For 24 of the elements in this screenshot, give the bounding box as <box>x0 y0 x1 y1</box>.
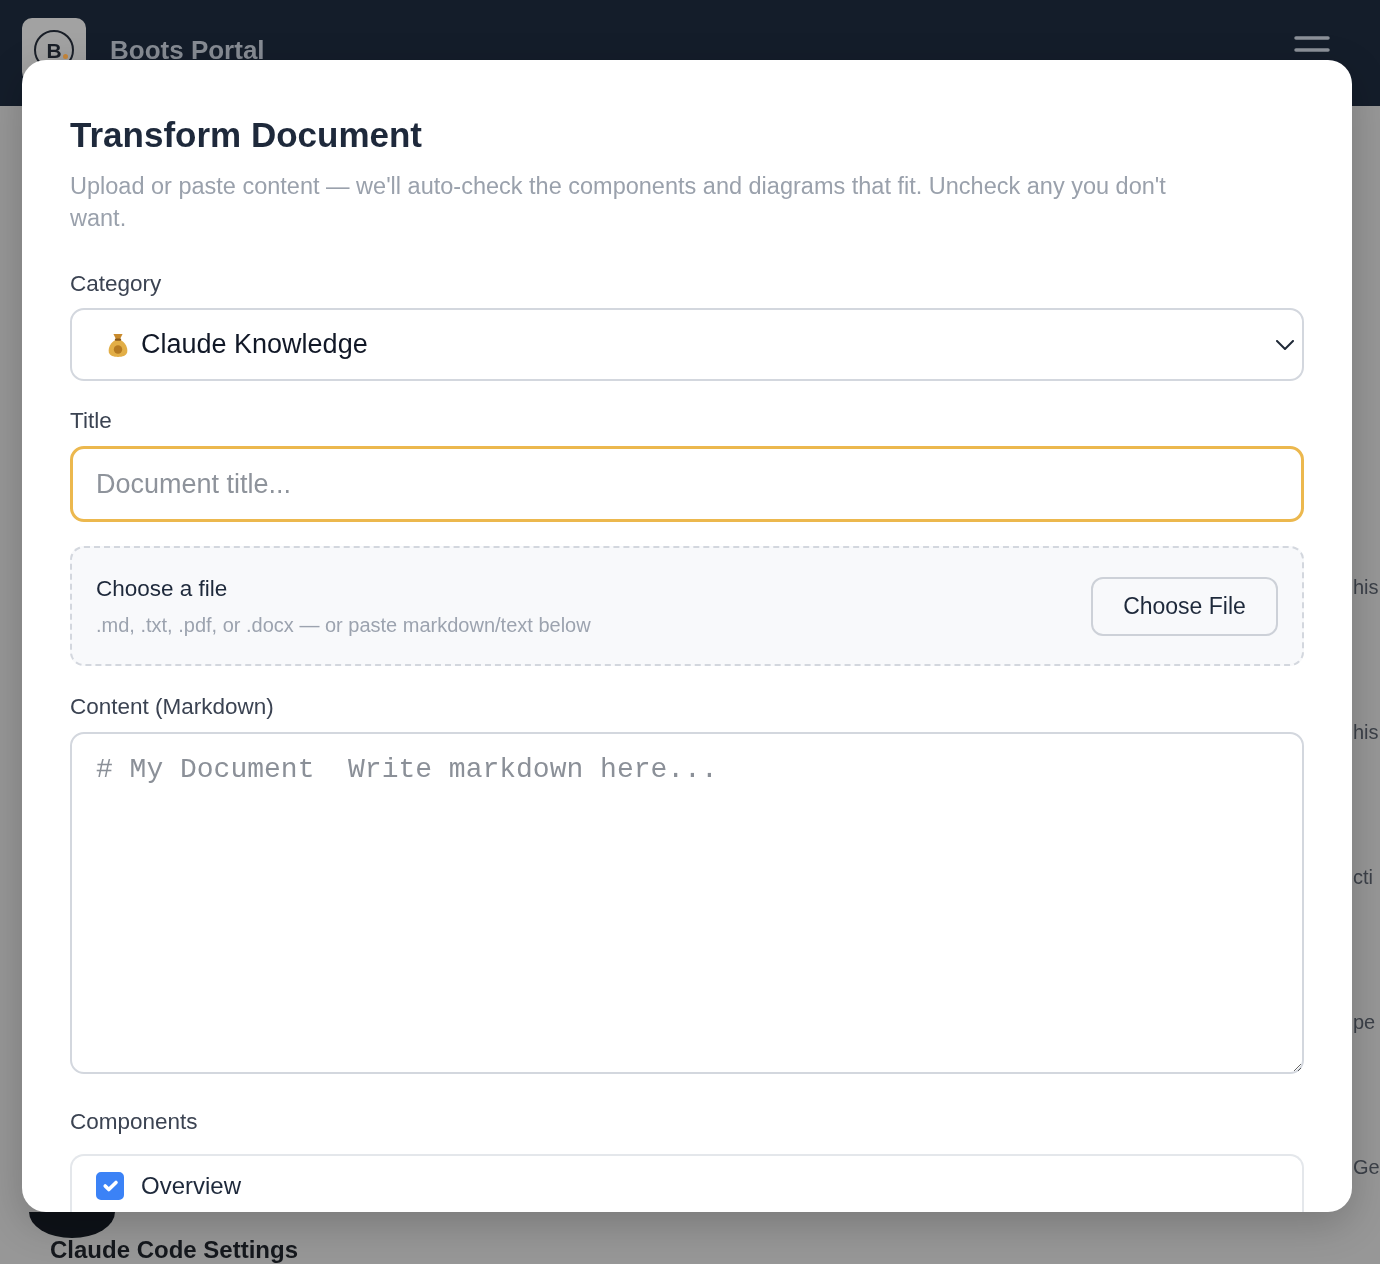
checkbox[interactable] <box>96 1172 124 1200</box>
section-heading: Claude Code Settings <box>50 1238 299 1262</box>
partial-text: pe <box>1353 1010 1377 1035</box>
drop-zone-hint: .md, .txt, .pdf, or .docx — or paste markdown/text below <box>96 612 591 638</box>
field-label: Components <box>70 1108 199 1136</box>
field-label: Title <box>70 407 113 435</box>
chevron-down-icon <box>1276 339 1294 350</box>
title-input[interactable]: Document title... <box>70 446 1304 522</box>
partial-text: Ge <box>1353 1155 1380 1180</box>
partial-text: his <box>1353 720 1380 745</box>
partial-text: his <box>1353 575 1380 600</box>
brand-title: Boots Portal <box>110 35 265 65</box>
field-label: Content (Markdown) <box>70 693 275 721</box>
partial-text: cti <box>1353 865 1374 890</box>
choose-file-button[interactable]: Choose File <box>1091 576 1278 636</box>
category-select[interactable]: Claude Knowledge <box>70 308 1304 381</box>
field-label: Category <box>70 270 163 298</box>
checkbox-label[interactable]: Overview <box>141 1172 242 1200</box>
dialog-title: Transform Document <box>70 114 423 156</box>
file-drop-zone[interactable]: Choose a file .md, .txt, .pdf, or .docx — or paste markdown/text below Choose File <box>70 546 1304 666</box>
drop-zone-title: Choose a file <box>96 574 229 603</box>
content-textarea[interactable]: # My Document Write markdown here... <box>70 732 1304 1074</box>
menu-icon[interactable] <box>1294 36 1330 52</box>
dialog-description: Upload or paste content — we'll auto-check the components and diagrams that fit. Uncheck any you don't want. <box>70 172 1167 233</box>
